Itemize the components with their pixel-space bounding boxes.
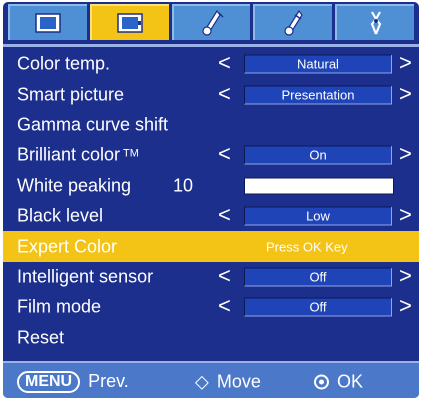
tab-divider [3,44,419,47]
menu-item-intelligent-sensor[interactable]: Intelligent sensor < Off > [3,262,419,292]
left-arrow-icon[interactable]: < [218,293,231,319]
reset-label: Reset [17,327,65,348]
menu-item-expert-color[interactable]: Expert Color Press OK Key [3,231,419,262]
menu-item-film-mode[interactable]: Film mode < Off > [3,292,419,322]
setup-icon [370,11,381,35]
tab-screen[interactable] [89,4,169,40]
trademark-mark: TM [123,147,139,160]
menu-item-color-temp[interactable]: Color temp. < Natural > [3,49,419,79]
menu-item-gamma-curve-shift[interactable]: Gamma curve shift [3,110,419,140]
tab-setup[interactable] [335,4,414,40]
sound-icon [202,9,224,36]
footer-ok: OK [314,371,363,392]
option-icon [284,9,303,36]
menu-item-white-peaking[interactable]: White peaking 10 [3,171,419,201]
left-arrow-icon[interactable]: < [218,141,231,167]
tab-option[interactable] [253,4,333,40]
footer-help-bar: MENU Prev. ◇ Move OK [3,361,419,398]
tab-picture[interactable] [8,4,87,40]
color-temp-value: Natural [244,54,392,74]
menu-item-smart-picture[interactable]: Smart picture < Presentation > [3,79,419,109]
film-mode-label: Film mode [17,296,102,317]
move-arrows-icon: ◇ [195,371,209,391]
black-level-label: Black level [17,205,104,226]
screen-icon [117,13,143,33]
right-arrow-icon[interactable]: > [399,141,412,167]
right-arrow-icon[interactable]: > [399,263,412,289]
intelligent-sensor-label: Intelligent sensor [17,266,154,287]
color-temp-label: Color temp. [17,53,111,74]
footer-prev: MENU Prev. [17,370,129,393]
menu-key-icon: MENU [17,370,81,393]
menu-list: Color temp. < Natural > Smart picture < … [3,49,419,353]
menu-item-black-level[interactable]: Black level < Low > [3,201,419,231]
white-peaking-slider[interactable] [244,177,394,195]
move-label: Move [216,371,261,391]
prev-label: Prev. [88,371,129,391]
right-arrow-icon[interactable]: > [399,50,412,76]
brilliant-color-value: On [244,145,392,165]
tab-sound[interactable] [171,4,251,40]
white-peaking-value: 10 [173,175,194,196]
ok-button-icon [314,374,329,389]
menu-item-brilliant-color[interactable]: Brilliant color TM < On > [3,140,419,170]
brilliant-color-text: Brilliant color [17,144,121,165]
left-arrow-icon[interactable]: < [218,202,231,228]
left-arrow-icon[interactable]: < [218,81,231,107]
smart-picture-label: Smart picture [17,84,125,105]
expert-color-hint: Press OK Key [266,239,348,255]
right-arrow-icon[interactable]: > [399,202,412,228]
left-arrow-icon[interactable]: < [218,50,231,76]
right-arrow-icon[interactable]: > [399,81,412,107]
ok-label: OK [337,371,364,391]
tab-bar [8,4,414,40]
right-arrow-icon[interactable]: > [399,293,412,319]
white-peaking-label: White peaking [17,175,132,196]
footer-move: ◇ Move [195,371,261,392]
picture-icon [35,13,62,33]
black-level-value: Low [244,206,392,226]
white-peaking-slider-fill [245,178,393,194]
left-arrow-icon[interactable]: < [218,263,231,289]
gamma-curve-shift-label: Gamma curve shift [17,114,169,135]
film-mode-value: Off [244,297,392,317]
intelligent-sensor-value: Off [244,267,392,287]
smart-picture-value: Presentation [244,85,392,105]
menu-item-reset[interactable]: Reset [3,323,419,353]
osd-menu: Color temp. < Natural > Smart picture < … [3,2,419,398]
expert-color-label: Expert Color [17,236,118,257]
brilliant-color-label: Brilliant color TM [17,145,139,166]
